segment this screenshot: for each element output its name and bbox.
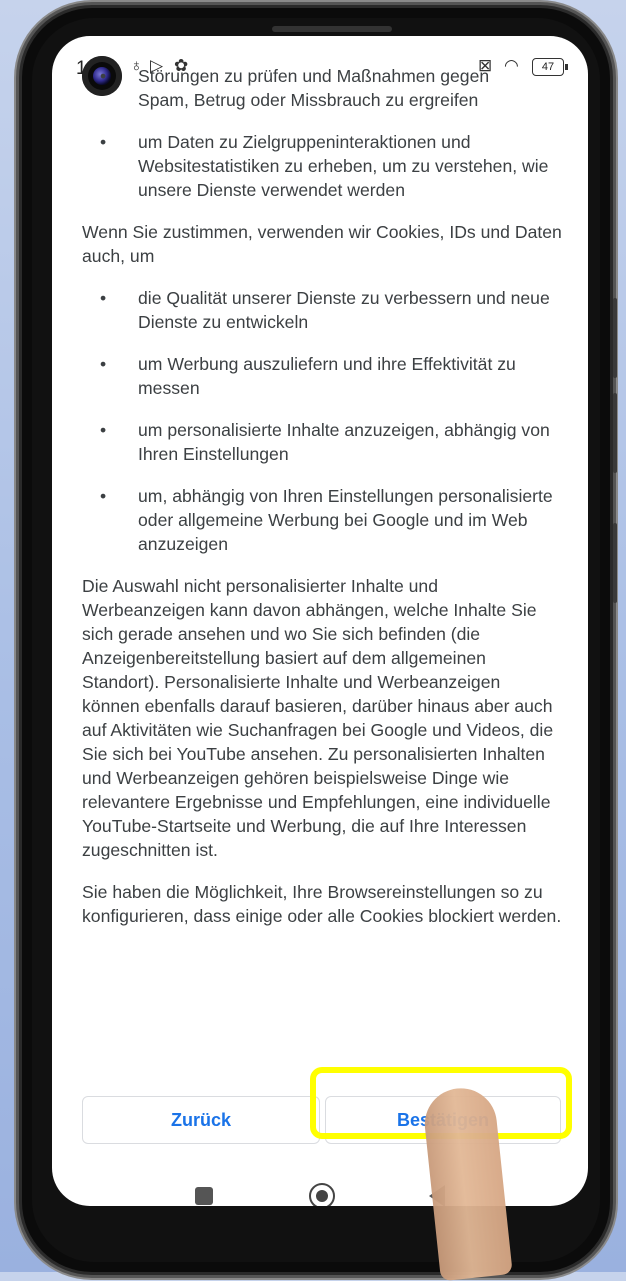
- list-item: Störungen zu prüfen und Maßnahmen gegen …: [82, 64, 562, 112]
- earpiece-speaker: [272, 26, 392, 32]
- purpose-list-1: Störungen zu prüfen und Maßnahmen gegen …: [82, 64, 562, 202]
- phone-screen: 1 ♁ ▷ ✿ ⊠ ◠ 47 Störungen zu prüfen und M…: [52, 36, 588, 1206]
- home-icon[interactable]: [309, 1183, 335, 1206]
- list-item: um Daten zu Zielgruppeninteraktionen und…: [82, 130, 562, 202]
- volume-up-button: [613, 298, 617, 378]
- back-button[interactable]: Zurück: [82, 1096, 320, 1144]
- paragraph: Wenn Sie zustimmen, verwenden wir Cookie…: [82, 222, 562, 266]
- list-item: um Werbung auszuliefern und ihre Effekti…: [82, 352, 562, 400]
- paragraph: Sie haben die Möglichkeit, Ihre Browsere…: [82, 882, 562, 926]
- navigation-bar: [52, 1171, 588, 1206]
- recents-icon[interactable]: [195, 1187, 213, 1205]
- purpose-list-2: die Qualität unserer Dienste zu verbesse…: [82, 286, 562, 556]
- list-item-clipped-text: Störungen zu prüfen und Maßnahmen gegen: [138, 66, 490, 86]
- consent-text: Störungen zu prüfen und Maßnahmen gegen …: [82, 64, 562, 946]
- list-item: die Qualität unserer Dienste zu verbesse…: [82, 286, 562, 334]
- list-item-text: Spam, Betrug oder Missbrauch zu ergreife…: [138, 90, 479, 110]
- paragraph: Die Auswahl nicht personalisierter Inhal…: [82, 576, 554, 860]
- list-item: um personalisierte Inhalte anzuzeigen, a…: [82, 418, 562, 466]
- list-item: um, abhängig von Ihren Einstellungen per…: [82, 484, 562, 556]
- power-button: [613, 523, 617, 603]
- volume-down-button: [613, 393, 617, 473]
